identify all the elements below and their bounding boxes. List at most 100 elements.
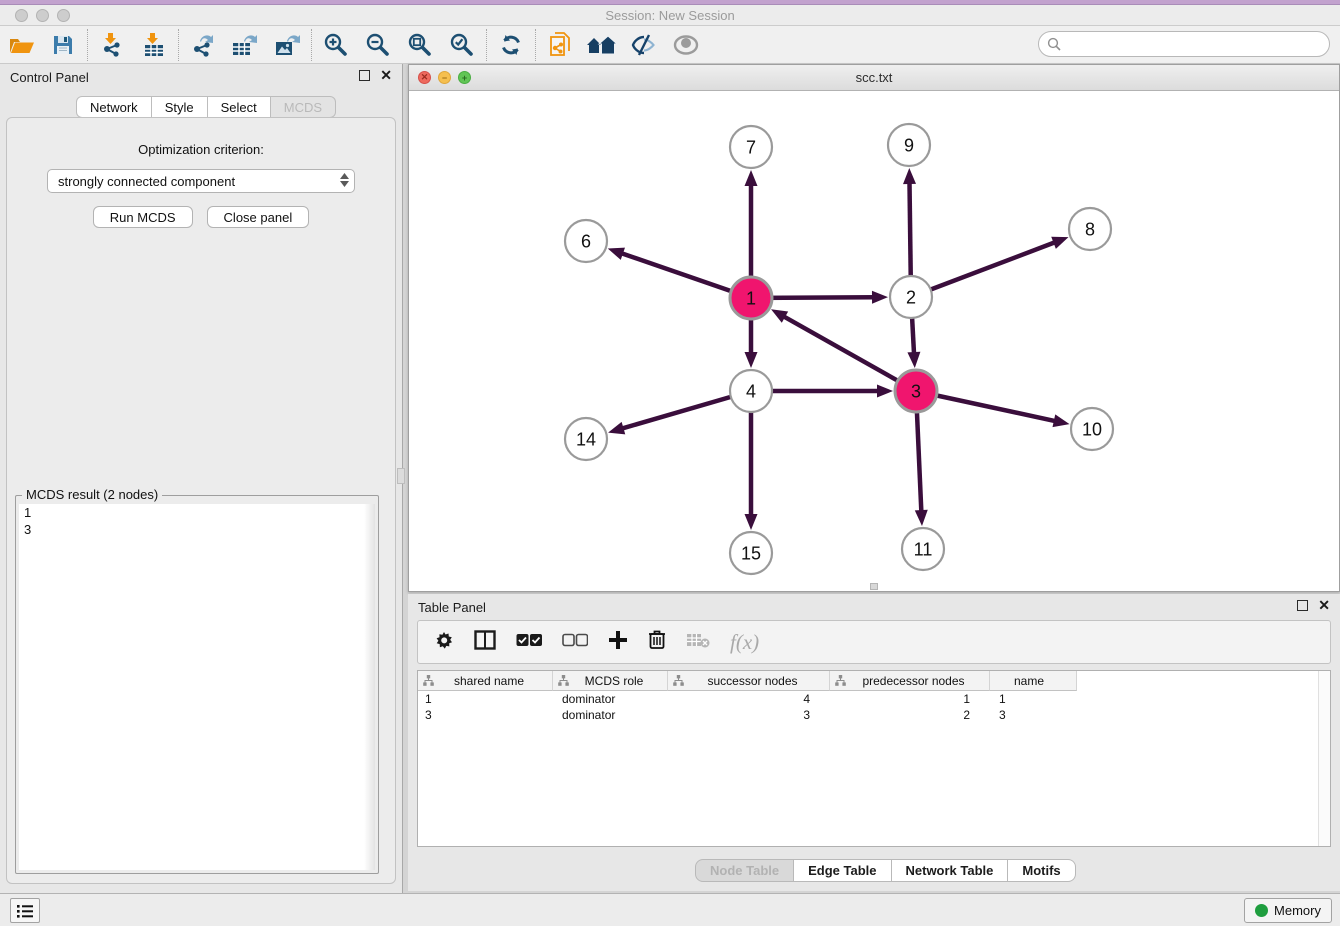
panel-splitter-handle[interactable] <box>397 468 405 484</box>
table-panel-close-icon[interactable]: ✕ <box>1318 600 1330 611</box>
refresh-icon <box>498 32 524 58</box>
network-resize-handle[interactable] <box>870 583 878 590</box>
graph-node-label: 14 <box>576 429 596 449</box>
open-session-button[interactable] <box>0 29 42 61</box>
graph-node-label: 11 <box>914 539 933 559</box>
control-panel-float-icon[interactable] <box>359 70 370 81</box>
task-history-button[interactable] <box>10 898 40 923</box>
cell-successor-nodes[interactable]: 4 <box>668 691 830 707</box>
table-tabs: Node TableEdge TableNetwork TableMotifs <box>695 859 1076 882</box>
export-network-icon <box>190 32 216 58</box>
column-header-label: MCDS role <box>569 674 667 688</box>
tab-network[interactable]: Network <box>76 96 152 118</box>
cell-MCDS-role[interactable]: dominator <box>553 707 668 723</box>
main-toolbar <box>0 26 1340 64</box>
tab-style[interactable]: Style <box>152 96 208 118</box>
delete-column-button[interactable] <box>648 629 666 655</box>
toolbar-separator <box>178 29 179 61</box>
column-hierarchy-icon <box>423 675 434 686</box>
graph-node-label: 2 <box>906 287 916 307</box>
cell-successor-nodes[interactable]: 3 <box>668 707 830 723</box>
save-session-button[interactable] <box>42 29 84 61</box>
deselect-all-button[interactable] <box>562 633 588 652</box>
node-table: shared name MCDS role successor nodes prede… <box>417 670 1331 847</box>
column-header-name[interactable]: name <box>990 671 1077 691</box>
search-icon <box>1047 37 1062 52</box>
column-header-label: successor nodes <box>684 674 829 688</box>
cell-name[interactable]: 3 <box>990 707 1077 723</box>
network-canvas[interactable]: 1234678910111415 <box>409 91 1339 591</box>
table-columns-button[interactable] <box>474 630 496 655</box>
cell-MCDS-role[interactable]: dominator <box>553 691 668 707</box>
show-graphics-details-button[interactable] <box>665 29 707 61</box>
graph-edge-3-1[interactable] <box>782 316 916 391</box>
zoom-out-button[interactable] <box>357 29 399 61</box>
column-header-MCDS-role[interactable]: MCDS role <box>553 671 668 691</box>
graph-edge-arrow <box>608 248 625 260</box>
network-window-titlebar[interactable]: ✕ − + scc.txt <box>409 65 1339 91</box>
cell-shared-name[interactable]: 1 <box>418 691 553 707</box>
hide-graphics-details-button[interactable] <box>623 29 665 61</box>
show-details-icon <box>671 32 701 58</box>
gear-icon <box>434 630 454 650</box>
tab-network-table[interactable]: Network Table <box>892 859 1009 882</box>
graph-edge-arrow <box>877 385 893 398</box>
memory-button[interactable]: Memory <box>1244 898 1332 923</box>
table-settings-button[interactable] <box>434 630 454 655</box>
select-all-icon <box>516 633 542 647</box>
import-network-icon <box>99 32 125 58</box>
column-header-predecessor-nodes[interactable]: predecessor nodes <box>830 671 990 691</box>
tab-motifs[interactable]: Motifs <box>1008 859 1075 882</box>
zoom-selected-button[interactable] <box>441 29 483 61</box>
zoom-in-button[interactable] <box>315 29 357 61</box>
optimization-select[interactable]: strongly connected component <box>47 169 355 193</box>
column-header-shared-name[interactable]: shared name <box>418 671 553 691</box>
graph-edge-2-8[interactable] <box>911 242 1056 297</box>
delete-table-button <box>686 632 710 653</box>
mcds-result-line: 3 <box>19 521 375 538</box>
home-button[interactable] <box>581 29 623 61</box>
control-panel-close-icon[interactable]: ✕ <box>380 70 392 81</box>
column-header-successor-nodes[interactable]: successor nodes <box>668 671 830 691</box>
tab-edge-table[interactable]: Edge Table <box>794 859 891 882</box>
search-input[interactable] <box>1038 31 1330 57</box>
cell-name[interactable]: 1 <box>990 691 1077 707</box>
graph-node-label: 9 <box>904 135 914 155</box>
close-panel-button[interactable]: Close panel <box>207 206 310 228</box>
add-column-button[interactable] <box>608 630 628 655</box>
export-image-button[interactable] <box>266 29 308 61</box>
import-network-button[interactable] <box>91 29 133 61</box>
network-graph[interactable]: 1234678910111415 <box>409 91 1339 591</box>
result-scrollbar[interactable] <box>364 504 375 870</box>
node-table-body: 1dominator4113dominator323 <box>418 691 1330 723</box>
cell-predecessor-nodes[interactable]: 2 <box>830 707 990 723</box>
run-mcds-button[interactable]: Run MCDS <box>93 206 193 228</box>
refresh-button[interactable] <box>490 29 532 61</box>
table-scrollbar[interactable] <box>1318 671 1330 846</box>
import-table-button[interactable] <box>133 29 175 61</box>
cell-predecessor-nodes[interactable]: 1 <box>830 691 990 707</box>
clone-network-button[interactable] <box>539 29 581 61</box>
column-header-label: predecessor nodes <box>846 674 989 688</box>
table-panel-header: Table Panel ✕ <box>408 594 1340 620</box>
zoom-fit-button[interactable] <box>399 29 441 61</box>
network-window-title: scc.txt <box>409 70 1339 85</box>
table-row[interactable]: 3dominator323 <box>418 707 1330 723</box>
select-all-button[interactable] <box>516 633 542 652</box>
cell-shared-name[interactable]: 3 <box>418 707 553 723</box>
export-network-button[interactable] <box>182 29 224 61</box>
columns-icon <box>474 630 496 650</box>
table-panel: Table Panel ✕ <box>408 594 1340 891</box>
zoom-fit-icon <box>407 32 433 58</box>
graph-edge-arrow <box>1051 237 1068 249</box>
export-table-button[interactable] <box>224 29 266 61</box>
table-row[interactable]: 1dominator411 <box>418 691 1330 707</box>
table-panel-float-icon[interactable] <box>1297 600 1308 611</box>
tab-mcds[interactable]: MCDS <box>271 96 336 118</box>
mcds-result-box: MCDS result (2 nodes) 13 <box>15 495 379 874</box>
mcds-result-list[interactable]: 13 <box>19 504 375 870</box>
apply-function-button: f(x) <box>730 630 759 655</box>
graph-node-label: 1 <box>746 288 756 308</box>
tab-node-table[interactable]: Node Table <box>695 859 794 882</box>
tab-select[interactable]: Select <box>208 96 271 118</box>
